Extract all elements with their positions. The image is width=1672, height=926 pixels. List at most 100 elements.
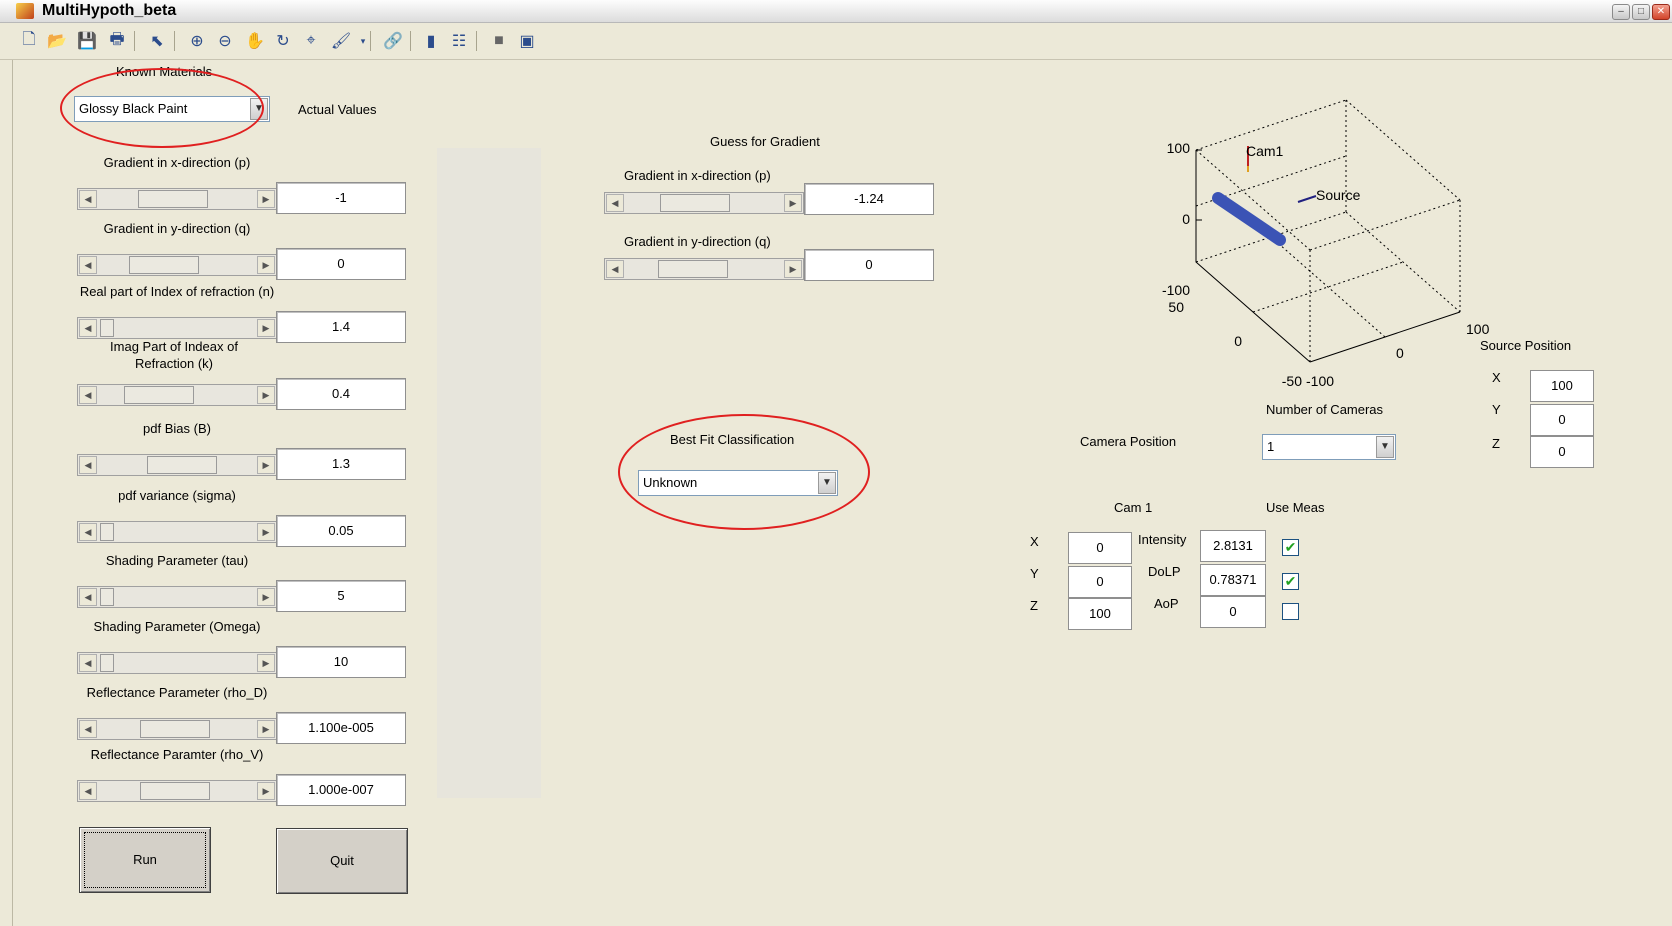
slider-left-arrow-icon[interactable]: ◀ [79, 523, 97, 541]
slider-right-arrow-icon[interactable]: ▶ [257, 588, 275, 606]
show-plot-tools-icon[interactable]: ▣ [516, 30, 538, 52]
guess-q-field[interactable]: 0 [804, 249, 934, 281]
slider-right-arrow-icon[interactable]: ▶ [257, 720, 275, 738]
guess-p-field[interactable]: -1.24 [804, 183, 934, 215]
save-icon[interactable]: 💾 [76, 30, 98, 52]
param-value-field[interactable]: 1.000e-007 [276, 774, 406, 806]
cam1-z-field[interactable]: 100 [1068, 598, 1132, 630]
param-value-field[interactable]: 1.3 [276, 448, 406, 480]
slider-left-arrow-icon[interactable]: ◀ [606, 194, 624, 212]
param-slider[interactable]: ◀ ▶ [77, 780, 277, 802]
cam1-x-field[interactable]: 0 [1068, 532, 1132, 564]
use-dolp-checkbox[interactable]: ✔ [1282, 573, 1299, 590]
slider-right-arrow-icon[interactable]: ▶ [257, 782, 275, 800]
colorbar-icon[interactable]: ▮ [420, 30, 442, 52]
slider-right-arrow-icon[interactable]: ▶ [257, 190, 275, 208]
slider-thumb[interactable] [99, 523, 114, 541]
run-button[interactable]: Run [79, 827, 211, 893]
slider-thumb[interactable] [99, 319, 114, 337]
guess-p-label: Gradient in x-direction (p) [624, 168, 771, 183]
param-slider[interactable]: ◀ ▶ [77, 586, 277, 608]
param-value-field[interactable]: 0.05 [276, 515, 406, 547]
slider-right-arrow-icon[interactable]: ▶ [784, 194, 802, 212]
use-intensity-checkbox[interactable]: ✔ [1282, 539, 1299, 556]
slider-left-arrow-icon[interactable]: ◀ [79, 190, 97, 208]
source-x-field[interactable]: 100 [1530, 370, 1594, 402]
dolp-field[interactable]: 0.78371 [1200, 564, 1266, 596]
slider-left-arrow-icon[interactable]: ◀ [79, 720, 97, 738]
brush-icon[interactable]: 🖌 [330, 30, 352, 52]
intensity-field[interactable]: 2.8131 [1200, 530, 1266, 562]
slider-thumb[interactable] [99, 588, 114, 606]
hide-plot-tools-icon[interactable]: ■ [488, 30, 510, 52]
data-cursor-icon[interactable]: ⌖ [300, 30, 322, 52]
param-value-field[interactable]: 10 [276, 646, 406, 678]
slider-right-arrow-icon[interactable]: ▶ [257, 456, 275, 474]
slider-left-arrow-icon[interactable]: ◀ [79, 588, 97, 606]
print-icon[interactable]: 🖶 [106, 30, 128, 52]
pointer-icon[interactable]: ⬉ [146, 30, 168, 52]
param-slider[interactable]: ◀ ▶ [77, 384, 277, 406]
param-slider[interactable]: ◀ ▶ [77, 718, 277, 740]
source-z-field[interactable]: 0 [1530, 436, 1594, 468]
camera-count-dropdown[interactable]: 1 ▼ [1262, 434, 1396, 460]
guess-q-slider[interactable]: ◀ ▶ [604, 258, 804, 280]
slider-right-arrow-icon[interactable]: ▶ [257, 386, 275, 404]
param-slider[interactable]: ◀ ▶ [77, 188, 277, 210]
pan-hand-icon[interactable]: ✋ [244, 30, 266, 52]
slider-thumb[interactable] [140, 782, 211, 800]
param-slider[interactable]: ◀ ▶ [77, 254, 277, 276]
slider-thumb[interactable] [658, 260, 729, 278]
param-value-field[interactable]: 0.4 [276, 378, 406, 410]
link-icon[interactable]: 🔗 [382, 30, 404, 52]
guess-p-slider[interactable]: ◀ ▶ [604, 192, 804, 214]
zoom-in-icon[interactable]: ⊕ [186, 30, 208, 52]
chevron-down-icon[interactable]: ▼ [818, 472, 836, 494]
slider-thumb[interactable] [146, 456, 217, 474]
param-slider[interactable]: ◀ ▶ [77, 652, 277, 674]
best-fit-dropdown[interactable]: Unknown ▼ [638, 470, 838, 496]
slider-right-arrow-icon[interactable]: ▶ [784, 260, 802, 278]
new-file-icon[interactable]: 🗋 [18, 30, 40, 52]
param-value-field[interactable]: 0 [276, 248, 406, 280]
slider-left-arrow-icon[interactable]: ◀ [79, 256, 97, 274]
source-y-field[interactable]: 0 [1530, 404, 1594, 436]
slider-thumb[interactable] [124, 386, 194, 404]
known-materials-dropdown[interactable]: Glossy Black Paint ▼ [74, 96, 270, 122]
open-folder-icon[interactable]: 📂 [46, 30, 68, 52]
slider-thumb[interactable] [140, 720, 211, 738]
slider-right-arrow-icon[interactable]: ▶ [257, 256, 275, 274]
close-button[interactable]: ✕ [1652, 4, 1670, 20]
slider-left-arrow-icon[interactable]: ◀ [79, 386, 97, 404]
minimize-button[interactable]: ‒ [1612, 4, 1630, 20]
param-value-field[interactable]: 5 [276, 580, 406, 612]
cam1-y-field[interactable]: 0 [1068, 566, 1132, 598]
slider-left-arrow-icon[interactable]: ◀ [79, 319, 97, 337]
chevron-down-icon[interactable]: ▼ [250, 98, 268, 120]
param-slider[interactable]: ◀ ▶ [77, 521, 277, 543]
slider-left-arrow-icon[interactable]: ◀ [79, 654, 97, 672]
chevron-down-icon[interactable]: ▼ [1376, 436, 1394, 458]
quit-button[interactable]: Quit [276, 828, 408, 894]
maximize-button[interactable]: □ [1632, 4, 1650, 20]
slider-thumb[interactable] [660, 194, 730, 212]
slider-thumb[interactable] [128, 256, 199, 274]
slider-right-arrow-icon[interactable]: ▶ [257, 523, 275, 541]
param-value-field[interactable]: 1.4 [276, 311, 406, 343]
use-aop-checkbox[interactable] [1282, 603, 1299, 620]
param-slider[interactable]: ◀ ▶ [77, 317, 277, 339]
slider-left-arrow-icon[interactable]: ◀ [606, 260, 624, 278]
param-value-field[interactable]: 1.100e-005 [276, 712, 406, 744]
slider-left-arrow-icon[interactable]: ◀ [79, 782, 97, 800]
slider-right-arrow-icon[interactable]: ▶ [257, 654, 275, 672]
slider-thumb[interactable] [99, 654, 114, 672]
slider-left-arrow-icon[interactable]: ◀ [79, 456, 97, 474]
legend-icon[interactable]: ☷ [448, 30, 470, 52]
zoom-out-icon[interactable]: ⊖ [214, 30, 236, 52]
aop-field[interactable]: 0 [1200, 596, 1266, 628]
rotate-3d-icon[interactable]: ↻ [272, 30, 294, 52]
param-value-field[interactable]: -1 [276, 182, 406, 214]
param-slider[interactable]: ◀ ▶ [77, 454, 277, 476]
slider-thumb[interactable] [137, 190, 208, 208]
slider-right-arrow-icon[interactable]: ▶ [257, 319, 275, 337]
